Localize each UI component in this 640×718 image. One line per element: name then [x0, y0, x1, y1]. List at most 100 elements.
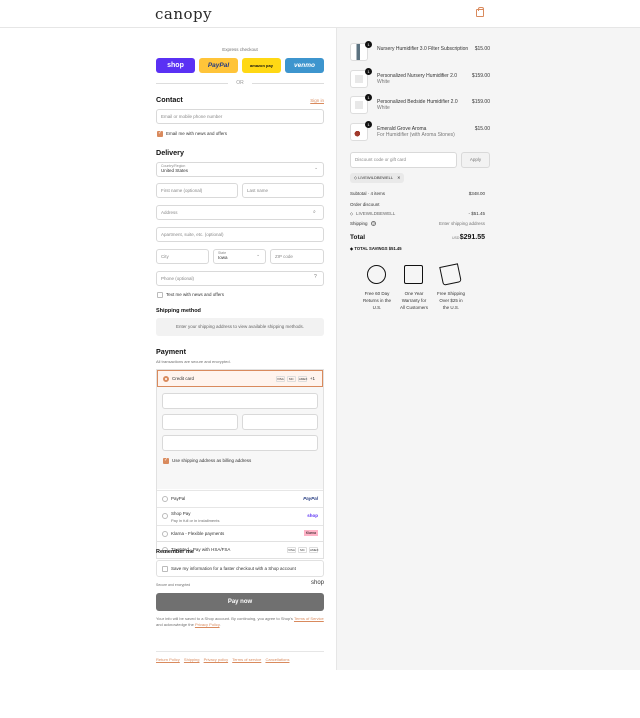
credit-card-label: Credit card	[172, 376, 195, 381]
visa-icon: VISA	[287, 547, 296, 553]
venmo-button[interactable]: venmo	[285, 58, 324, 73]
payment-methods: Credit card VISAMCAMEX+1 Use shipping ad…	[156, 369, 324, 542]
first-name-field[interactable]: First name (optional)	[156, 183, 238, 198]
email-news-checkbox[interactable]	[157, 130, 163, 137]
mastercard-icon: MC	[298, 547, 307, 553]
close-icon[interactable]: ✕	[397, 175, 400, 180]
expiration-field[interactable]	[162, 414, 238, 430]
order-summary: 1 Nursery Humidifier 3.0 Filter Subscrip…	[336, 28, 640, 670]
remember-me-heading: Remember me	[156, 549, 194, 555]
more-cards-label: +1	[309, 376, 315, 382]
klarna-option[interactable]: Klarna - Flexible payments Klarna	[157, 525, 323, 542]
card-details-panel: Use shipping address as billing address	[157, 387, 323, 489]
tag-icon: ◆	[350, 246, 354, 251]
return-policy-link[interactable]: Return Policy	[156, 657, 180, 662]
klarna-label: Klarna - Flexible payments	[171, 531, 225, 536]
payment-note: All transactions are secure and encrypte…	[156, 359, 231, 364]
subtotal-label: Subtotal · 4 items	[350, 191, 386, 196]
quantity-badge: 1	[365, 68, 372, 75]
privacy-policy-link[interactable]: Privacy policy	[204, 657, 228, 662]
shop-icon: shop	[307, 513, 318, 518]
paypal-button[interactable]: PayPal	[199, 58, 238, 73]
paypal-radio[interactable]	[162, 496, 168, 502]
amex-icon: AMEX	[297, 376, 308, 382]
quantity-badge: 1	[365, 94, 372, 101]
text-news-checkbox[interactable]	[157, 292, 163, 298]
shop-pay-radio[interactable]	[162, 513, 168, 519]
item-price: $15.00	[474, 46, 490, 52]
cancellations-link[interactable]: Cancellations	[265, 657, 289, 662]
amazon-pay-button[interactable]: amazon pay	[242, 58, 281, 73]
canopy-logo[interactable]: canopy	[155, 5, 212, 23]
help-icon[interactable]: ?	[314, 274, 317, 280]
billing-address-checkbox[interactable]	[163, 457, 169, 464]
remember-me-checkbox[interactable]	[162, 566, 168, 572]
order-discount-label: Order discount	[350, 202, 380, 207]
shopping-bag-heart-icon	[404, 265, 423, 284]
credit-card-option[interactable]: Credit card VISA MC AMEX +1	[157, 370, 323, 387]
apartment-field[interactable]: Apartment, suite, etc. (optional)	[156, 227, 324, 242]
shop-logo: shop	[310, 580, 324, 586]
legal-text: Your info will be saved to a Shop accoun…	[156, 616, 324, 627]
help-icon[interactable]: ?	[371, 221, 376, 226]
pay-now-button[interactable]: Pay now	[156, 593, 324, 611]
state-select[interactable]: State Iowa ⌄	[213, 249, 266, 264]
city-field[interactable]: City	[156, 249, 209, 264]
total-savings-label: TOTAL SAVINGS	[354, 246, 388, 251]
quantity-badge: 1	[365, 41, 372, 48]
billing-address-label: Use shipping address as billing address	[172, 458, 252, 463]
item-variant: White	[377, 79, 390, 85]
shop-pay-option[interactable]: Shop Pay Pay in full or in installments …	[157, 507, 323, 525]
total-savings-value: $51.45	[388, 246, 402, 251]
klarna-icon: Klarna	[303, 530, 318, 536]
terms-service-link[interactable]: Terms of service	[232, 657, 261, 662]
cart-item: 1 Personalized Nursery Humidifier 2.0 Wh…	[350, 68, 490, 90]
phone-field[interactable]: Phone (optional)	[156, 271, 324, 286]
credit-card-radio[interactable]	[163, 376, 169, 382]
mastercard-icon: MC	[286, 376, 296, 382]
zip-field[interactable]: ZIP code	[270, 249, 324, 264]
legal-text-2: and acknowledge the	[156, 621, 194, 627]
total-value: $291.55	[459, 234, 485, 241]
applied-discount-code: LIVEWILDBEWELL	[356, 211, 396, 216]
paypal-icon: PayPal	[303, 496, 318, 501]
remember-me-label: Save my information for a faster checkou…	[171, 566, 296, 571]
paypal-option[interactable]: PayPal PayPal	[157, 490, 323, 507]
quantity-badge: 1	[365, 121, 372, 128]
email-field[interactable]: Email or mobile phone number	[156, 109, 324, 124]
text-news-label: Text me with news and offers	[166, 292, 224, 297]
address-field[interactable]: Address	[156, 205, 324, 220]
payment-heading: Payment	[156, 347, 186, 356]
email-news-label: Email me with news and offers	[166, 131, 227, 136]
total-label: Total	[350, 234, 366, 241]
country-select[interactable]: Country/Region United States ⌄	[156, 162, 324, 177]
discount-code-field[interactable]: Discount code or gift card	[350, 152, 457, 168]
shopping-bag-icon[interactable]	[476, 7, 484, 17]
legal-text-1: Your info will be saved to a Shop accoun…	[156, 616, 293, 621]
tag-icon: ◇	[354, 175, 358, 180]
header: canopy	[0, 0, 640, 28]
shop-pay-subtitle: Pay in full or in installments	[171, 518, 220, 523]
sign-in-link[interactable]: Sign in	[310, 98, 324, 103]
terms-link[interactable]: Terms of Service	[294, 616, 324, 621]
shipping-method-note: Enter your shipping address to view avai…	[156, 318, 324, 336]
tag-icon: ◇	[350, 211, 354, 216]
shipping-link[interactable]: Shipping	[184, 657, 200, 662]
benefit-shipping: Free Shipping Over $25 in the U.S.	[436, 291, 466, 310]
name-on-card-field[interactable]	[162, 435, 318, 451]
card-number-field[interactable]	[162, 393, 318, 409]
remember-me-box: Save my information for a faster checkou…	[156, 560, 324, 577]
discount-value: - $51.45	[468, 211, 485, 216]
security-code-field[interactable]	[242, 414, 318, 430]
truemed-card-icons: VISA MC AMEX	[285, 547, 319, 553]
privacy-link[interactable]: Privacy Policy	[195, 622, 220, 627]
search-icon: ⌕	[313, 209, 316, 215]
item-price: $15.00	[474, 126, 490, 132]
apply-button[interactable]: Apply	[461, 152, 490, 168]
cart-item: 1 Nursery Humidifier 3.0 Filter Subscrip…	[350, 41, 490, 63]
shop-pay-button[interactable]: shop	[156, 58, 195, 73]
last-name-field[interactable]: Last name	[242, 183, 324, 198]
delivery-heading: Delivery	[156, 148, 184, 157]
klarna-radio[interactable]	[162, 531, 168, 537]
subtotal-value: $348.00	[468, 191, 485, 196]
